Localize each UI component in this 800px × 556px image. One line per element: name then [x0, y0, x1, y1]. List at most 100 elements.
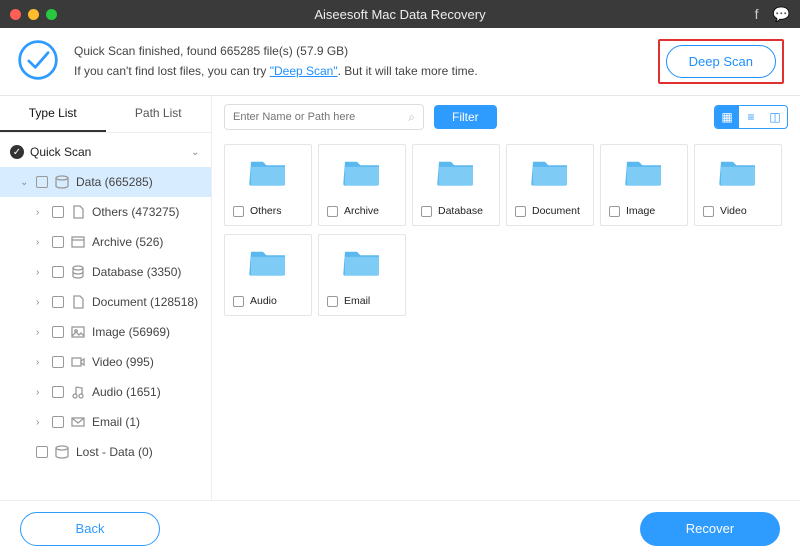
view-toggle: ▦ ≡ ◫ — [714, 105, 788, 129]
checkbox[interactable] — [421, 206, 432, 217]
view-grid-button[interactable]: ▦ — [715, 106, 739, 128]
tree-item[interactable]: › Others (473275) — [0, 197, 211, 227]
maximize-window-button[interactable] — [46, 9, 57, 20]
facebook-icon[interactable]: f — [755, 6, 759, 23]
folder-card[interactable]: Database — [412, 144, 500, 226]
tree-item-label: Lost - Data (0) — [76, 445, 153, 459]
main-panel: ⌕ Filter ▦ ≡ ◫ Others Archive Database Docu… — [212, 96, 800, 500]
filter-button[interactable]: Filter — [434, 105, 497, 129]
quick-scan-label: Quick Scan — [30, 145, 185, 159]
chevron-icon: › — [36, 207, 46, 218]
folder-card[interactable]: Email — [318, 234, 406, 316]
summary-prefix: Quick Scan finished, found — [74, 44, 220, 58]
window-title: Aiseesoft Mac Data Recovery — [0, 7, 800, 22]
feedback-icon[interactable]: 💬 — [773, 6, 790, 23]
close-window-button[interactable] — [10, 9, 21, 20]
tree-item[interactable]: ›Document (128518) — [0, 287, 211, 317]
tree-item[interactable]: ›Image (56969) — [0, 317, 211, 347]
checkbox[interactable] — [52, 386, 64, 398]
card-footer: Archive — [319, 199, 405, 225]
db-icon — [70, 264, 86, 280]
folder-label: Video — [720, 205, 747, 217]
sidebar: Type List Path List ✓ Quick Scan ⌄ ⌄Data… — [0, 96, 212, 500]
checkbox[interactable] — [52, 236, 64, 248]
titlebar-actions: f 💬 — [755, 6, 790, 23]
checkbox[interactable] — [515, 206, 526, 217]
folder-card[interactable]: Archive — [318, 144, 406, 226]
checkbox[interactable] — [703, 206, 714, 217]
checkbox[interactable] — [36, 446, 48, 458]
folder-label: Archive — [344, 205, 379, 217]
folder-icon — [717, 155, 759, 189]
folder-label: Document — [532, 205, 580, 217]
card-footer: Others — [225, 199, 311, 225]
tree-item[interactable]: › Email (1) — [0, 407, 211, 437]
tree-item[interactable]: ›Video (995) — [0, 347, 211, 377]
tab-type-list[interactable]: Type List — [0, 96, 106, 132]
checkbox[interactable] — [52, 356, 64, 368]
folder-card[interactable]: Others — [224, 144, 312, 226]
folder-card[interactable]: Video — [694, 144, 782, 226]
deepscan-prefix: If you can't find lost files, you can tr… — [74, 64, 270, 78]
file-count: 665285 — [220, 44, 260, 58]
tree-item[interactable]: ›Audio (1651) — [0, 377, 211, 407]
checkbox[interactable] — [36, 176, 48, 188]
tree-item-label: Audio (1651) — [92, 385, 161, 399]
archive-icon — [70, 234, 86, 250]
folder-icon — [623, 155, 665, 189]
deep-scan-button[interactable]: Deep Scan — [666, 45, 776, 78]
tree-item-label: Others (473275) — [92, 205, 179, 219]
checkbox[interactable] — [52, 296, 64, 308]
search-input[interactable] — [233, 111, 408, 123]
email-icon — [70, 414, 86, 430]
card-footer: Document — [507, 199, 593, 225]
checkbox[interactable] — [327, 296, 338, 307]
image-icon — [70, 324, 86, 340]
tree-item[interactable]: ⌄Data (665285) — [0, 167, 211, 197]
view-list-button[interactable]: ≡ — [739, 106, 763, 128]
card-footer: Audio — [225, 289, 311, 315]
sidebar-tabs: Type List Path List — [0, 96, 211, 133]
tree-item-label: Document (128518) — [92, 295, 198, 309]
chevron-icon: › — [36, 237, 46, 248]
summary-suffix: ) — [344, 44, 348, 58]
folder-card[interactable]: Image — [600, 144, 688, 226]
tab-path-list[interactable]: Path List — [106, 96, 212, 132]
checkbox[interactable] — [233, 296, 244, 307]
view-detail-button[interactable]: ◫ — [763, 106, 787, 128]
folder-label: Image — [626, 205, 655, 217]
card-footer: Video — [695, 199, 781, 225]
chevron-down-icon: ⌄ — [191, 147, 201, 158]
deep-scan-link[interactable]: "Deep Scan" — [270, 64, 338, 78]
quick-scan-row[interactable]: ✓ Quick Scan ⌄ — [0, 137, 211, 167]
checkbox[interactable] — [52, 266, 64, 278]
footer: Back Recover — [0, 500, 800, 556]
disk-icon — [54, 174, 70, 190]
deepscan-suffix: . But it will take more time. — [338, 64, 478, 78]
search-box[interactable]: ⌕ — [224, 104, 424, 130]
folder-card[interactable]: Audio — [224, 234, 312, 316]
checkbox[interactable] — [52, 206, 64, 218]
checkbox[interactable] — [52, 326, 64, 338]
folder-label: Audio — [250, 295, 277, 307]
folder-card[interactable]: Document — [506, 144, 594, 226]
total-size: 57.9 GB — [300, 44, 344, 58]
checkbox[interactable] — [327, 206, 338, 217]
minimize-window-button[interactable] — [28, 9, 39, 20]
scan-complete-icon — [16, 38, 60, 85]
back-button[interactable]: Back — [20, 512, 160, 546]
chevron-icon: › — [36, 417, 46, 428]
checkbox[interactable] — [233, 206, 244, 217]
tree-item[interactable]: ›Database (3350) — [0, 257, 211, 287]
folder-icon — [341, 245, 383, 279]
folder-label: Email — [344, 295, 370, 307]
doc-icon — [70, 294, 86, 310]
tree-item[interactable]: ›Archive (526) — [0, 227, 211, 257]
checkbox[interactable] — [52, 416, 64, 428]
recover-button[interactable]: Recover — [640, 512, 780, 546]
folder-icon — [435, 155, 477, 189]
tree-item-label: Email (1) — [92, 415, 140, 429]
checkbox[interactable] — [609, 206, 620, 217]
tree-item[interactable]: Lost - Data (0) — [0, 437, 211, 467]
folder-icon — [529, 155, 571, 189]
